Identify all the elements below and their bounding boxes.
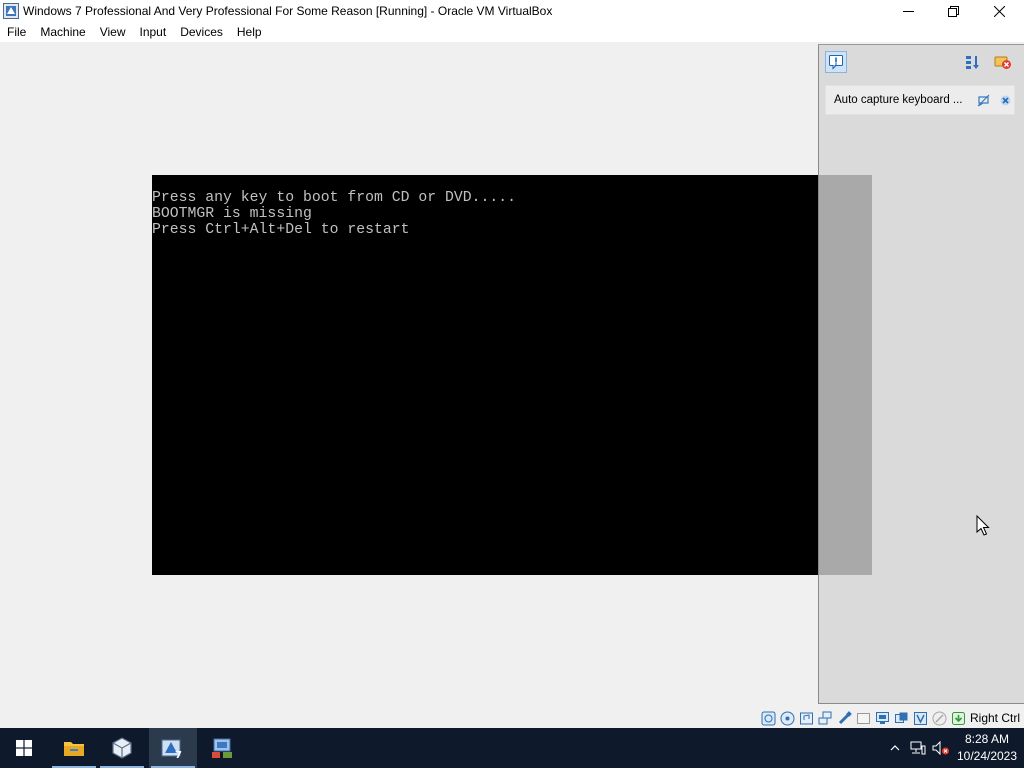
window-title: Windows 7 Professional And Very Professi… <box>23 4 553 18</box>
hard-disk-icon[interactable] <box>760 710 777 727</box>
close-button[interactable] <box>976 0 1022 22</box>
notification-dont-show-button[interactable] <box>976 93 990 107</box>
taskbar-virtualbox-manager[interactable] <box>98 728 146 768</box>
usb-icon[interactable] <box>836 710 853 727</box>
boot-console: Press any key to boot from CD or DVD....… <box>152 190 516 238</box>
notification-close-button[interactable] <box>998 93 1012 107</box>
clock-time: 8:28 AM <box>964 732 1010 746</box>
restore-icon <box>947 5 959 17</box>
notification-center-panel: Auto capture keyboard ... <box>818 44 1024 704</box>
show-hidden-icons-button[interactable] <box>885 728 905 768</box>
network-computer-icon <box>212 738 232 758</box>
guest-display[interactable]: Press any key to boot from CD or DVD....… <box>152 175 872 575</box>
volume-button[interactable] <box>930 728 952 768</box>
keyboard-icon[interactable] <box>950 710 967 727</box>
taskbar-network-app[interactable] <box>198 728 246 768</box>
chevron-up-icon <box>890 745 900 751</box>
recording-icon[interactable] <box>893 710 910 727</box>
cpu-icon[interactable] <box>912 710 929 727</box>
console-line: BOOTMGR is missing <box>152 206 312 222</box>
menu-view[interactable]: View <box>93 22 133 42</box>
taskbar: 7 8:28 AM 10/24/2023 <box>0 728 1024 768</box>
status-bar: Right Ctrl <box>760 708 1020 728</box>
mouse-integration-icon[interactable] <box>931 710 948 727</box>
network-icon[interactable] <box>817 710 834 727</box>
taskbar-vm-window[interactable]: 7 <box>149 728 197 768</box>
message-alert-icon <box>829 55 843 70</box>
notification-center-toggle[interactable] <box>825 51 847 73</box>
folder-icon <box>64 742 84 756</box>
svg-text:7: 7 <box>175 750 182 759</box>
menu-input[interactable]: Input <box>133 22 174 42</box>
notification-message: Auto capture keyboard ... <box>834 94 963 106</box>
sort-icon <box>966 56 979 69</box>
menu-bar: File Machine View Input Devices Help <box>0 22 1024 42</box>
notification-item[interactable]: Auto capture keyboard ... <box>825 85 1015 115</box>
optical-drive-icon[interactable] <box>779 710 796 727</box>
console-line: Press Ctrl+Alt+Del to restart <box>152 222 410 238</box>
sort-notifications-button[interactable] <box>962 51 984 73</box>
shared-folders-icon[interactable] <box>855 710 872 727</box>
host-key-label: Right Ctrl <box>970 711 1021 725</box>
restore-button[interactable] <box>930 0 976 22</box>
close-icon <box>1000 95 1010 105</box>
windows-logo-icon <box>16 740 32 756</box>
network-status-button[interactable] <box>907 728 929 768</box>
clock-date: 10/24/2023 <box>956 749 1018 763</box>
taskbar-file-explorer[interactable] <box>50 728 98 768</box>
clear-notifications-button[interactable] <box>992 51 1014 73</box>
dont-show-again-icon <box>977 94 989 106</box>
virtualbox-cube-icon <box>112 737 132 759</box>
windows-7-vm-icon: 7 <box>161 739 182 759</box>
console-line: Press any key to boot from CD or DVD....… <box>152 190 517 206</box>
clear-all-icon <box>994 56 1011 69</box>
minimize-button[interactable] <box>885 0 931 22</box>
mouse-cursor-icon <box>976 515 990 536</box>
start-button[interactable] <box>0 728 48 768</box>
speaker-muted-icon <box>932 741 949 755</box>
menu-machine[interactable]: Machine <box>33 22 92 42</box>
network-tray-icon <box>910 741 926 755</box>
menu-help[interactable]: Help <box>230 22 269 42</box>
virtualbox-window: Windows 7 Professional And Very Professi… <box>0 0 1024 728</box>
minimize-icon <box>902 10 914 12</box>
taskbar-clock[interactable]: 8:28 AM 10/24/2023 <box>950 731 1024 765</box>
audio-icon[interactable] <box>798 710 815 727</box>
menu-file[interactable]: File <box>0 22 33 42</box>
close-icon <box>993 5 1005 17</box>
menu-devices[interactable]: Devices <box>173 22 230 42</box>
title-bar[interactable]: Windows 7 Professional And Very Professi… <box>0 0 1024 22</box>
virtualbox-app-icon <box>3 3 19 19</box>
display-icon[interactable] <box>874 710 891 727</box>
